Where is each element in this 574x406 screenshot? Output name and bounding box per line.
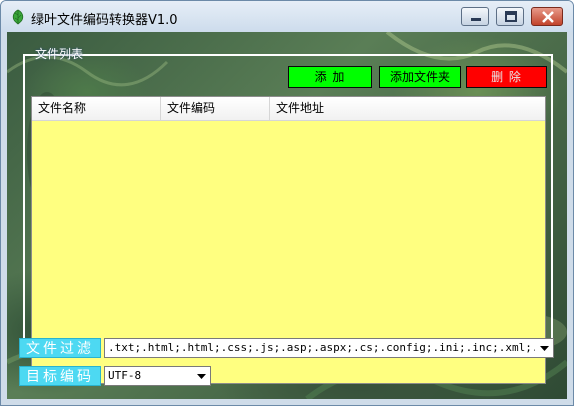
add-folder-button[interactable]: 添加文件夹 bbox=[379, 66, 461, 88]
app-window: 绿叶文件编码转换器V1.0 文件列表 添 加 添加文件夹 删 除 文件名称 文件… bbox=[0, 0, 574, 406]
file-filter-combo[interactable]: .txt;.html;.html;.css;.js;.asp;.aspx;.cs… bbox=[104, 338, 554, 358]
column-header-file-name[interactable]: 文件名称 bbox=[32, 97, 161, 120]
add-button[interactable]: 添 加 bbox=[288, 66, 372, 88]
maximize-icon bbox=[505, 11, 517, 22]
column-header-file-encoding[interactable]: 文件编码 bbox=[161, 97, 270, 120]
file-filter-label: 文件过滤 bbox=[19, 338, 101, 358]
delete-button[interactable]: 删 除 bbox=[466, 66, 547, 88]
column-header-file-path[interactable]: 文件地址 bbox=[270, 97, 545, 120]
close-icon bbox=[542, 11, 554, 23]
title-bar[interactable]: 绿叶文件编码转换器V1.0 bbox=[1, 1, 573, 32]
target-encoding-label: 目标编码 bbox=[19, 366, 101, 386]
minimize-icon bbox=[471, 18, 481, 21]
group-title: 文件列表 bbox=[35, 47, 84, 61]
maximize-button[interactable] bbox=[496, 7, 524, 26]
target-encoding-value: UTF-8 bbox=[108, 369, 142, 382]
file-filter-value: .txt;.html;.html;.css;.js;.asp;.aspx;.cs… bbox=[108, 341, 535, 354]
chevron-down-icon[interactable] bbox=[536, 339, 553, 357]
file-list-header: 文件名称 文件编码 文件地址 bbox=[32, 97, 545, 121]
window-title: 绿叶文件编码转换器V1.0 bbox=[31, 13, 178, 28]
minimize-button[interactable] bbox=[461, 7, 489, 26]
chevron-down-icon[interactable] bbox=[193, 367, 210, 385]
close-button[interactable] bbox=[531, 7, 563, 26]
client-area: 文件列表 添 加 添加文件夹 删 除 文件名称 文件编码 文件地址 文件过滤 .… bbox=[7, 32, 567, 399]
green-leaf-icon bbox=[12, 9, 24, 25]
target-encoding-select[interactable]: UTF-8 bbox=[104, 366, 211, 386]
